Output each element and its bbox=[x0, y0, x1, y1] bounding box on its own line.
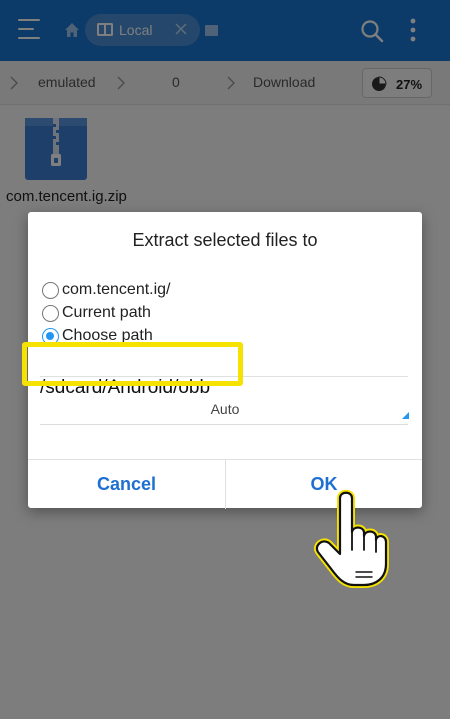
highlight-box bbox=[22, 342, 243, 386]
dropdown-triangle-icon bbox=[402, 412, 409, 419]
radio-label: Current path bbox=[62, 304, 151, 321]
radio-label: com.tencent.ig/ bbox=[62, 281, 171, 298]
radio-button[interactable] bbox=[42, 305, 59, 322]
extract-dialog: Extract selected files to com.tencent.ig… bbox=[22, 212, 422, 509]
dialog-title: Extract selected files to bbox=[132, 230, 318, 250]
radio-button[interactable] bbox=[42, 282, 59, 299]
hand-pointer-icon bbox=[314, 489, 389, 588]
encoding-select[interactable]: Auto bbox=[28, 401, 422, 417]
divider bbox=[40, 424, 408, 425]
cancel-button[interactable]: Cancel bbox=[28, 460, 225, 509]
